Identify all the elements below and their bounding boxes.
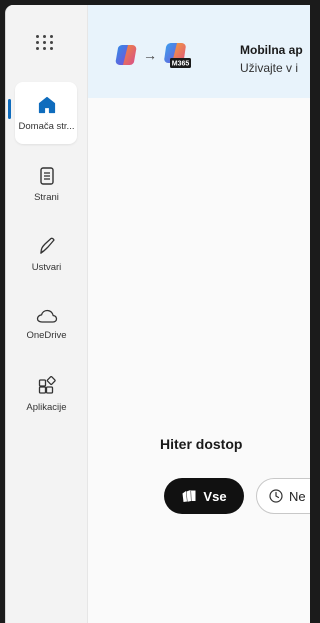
quick-access-title: Hiter dostop bbox=[160, 436, 243, 452]
cloud-icon bbox=[36, 309, 57, 323]
files-stack-icon bbox=[182, 490, 196, 502]
filter-all-button[interactable]: Vse bbox=[164, 478, 244, 514]
banner-arrow: → bbox=[143, 47, 157, 63]
app-window: Domača str... Strani Ustvari OneDrive Ap… bbox=[5, 5, 310, 623]
banner-subtitle: Uživajte v i bbox=[240, 61, 299, 75]
nav-item-apps[interactable]: Aplikacije bbox=[6, 363, 87, 425]
apps-icon bbox=[38, 375, 56, 394]
nav-item-home[interactable]: Domača str... bbox=[6, 82, 87, 144]
navigation-rail: Domača str... Strani Ustvari OneDrive Ap… bbox=[6, 5, 87, 623]
nav-label-onedrive: OneDrive bbox=[26, 329, 67, 341]
nav-label-apps: Aplikacije bbox=[26, 401, 67, 413]
m365-logo-icon: M365 bbox=[164, 43, 191, 68]
copilot-logo-icon bbox=[115, 45, 137, 65]
banner-app-logos: → M365 bbox=[114, 41, 192, 69]
nav-label-home: Domača str... bbox=[18, 120, 75, 132]
clock-icon bbox=[269, 489, 283, 503]
nav-active-indicator bbox=[8, 99, 11, 119]
home-icon bbox=[38, 96, 55, 113]
pages-icon bbox=[39, 166, 54, 185]
banner-title: Mobilna ap bbox=[240, 43, 303, 57]
nav-item-pages[interactable]: Strani bbox=[6, 153, 87, 215]
nav-label-pages: Strani bbox=[34, 191, 59, 203]
main-content: → M365 Mobilna ap Uživajte v i Hiter dos… bbox=[87, 5, 310, 623]
filter-recent-label: Ne bbox=[289, 488, 306, 504]
mobile-app-banner[interactable]: → M365 Mobilna ap Uživajte v i bbox=[88, 5, 310, 98]
nav-label-create: Ustvari bbox=[31, 261, 62, 273]
m365-badge-text: M365 bbox=[172, 61, 190, 68]
nav-item-onedrive[interactable]: OneDrive bbox=[6, 293, 87, 355]
filter-all-label: Vse bbox=[203, 488, 227, 504]
filter-recent-button[interactable]: Ne bbox=[256, 478, 310, 514]
nav-item-create[interactable]: Ustvari bbox=[6, 223, 87, 285]
app-launcher-icon[interactable] bbox=[34, 31, 56, 53]
create-pen-icon bbox=[39, 237, 55, 254]
